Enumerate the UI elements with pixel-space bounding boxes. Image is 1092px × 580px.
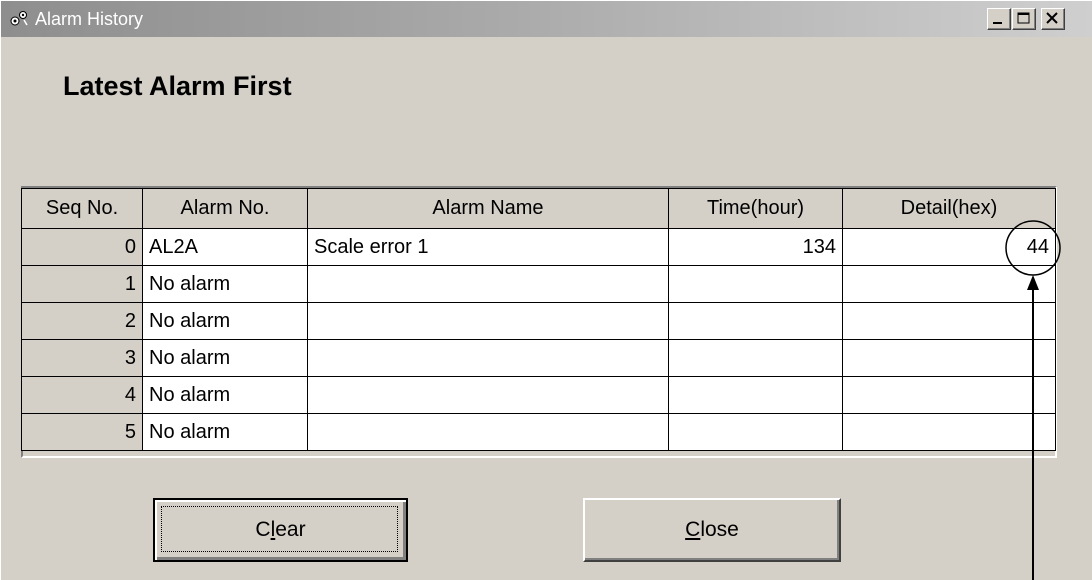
detail-hex-cell bbox=[842, 302, 1056, 340]
alarm-no-cell: No alarm bbox=[142, 376, 308, 414]
alarm-name-cell bbox=[307, 413, 669, 451]
close-button[interactable]: Close bbox=[583, 498, 841, 562]
detail-hex-cell: 44 bbox=[842, 228, 1056, 266]
seq-no-cell: 5 bbox=[21, 413, 143, 451]
minimize-icon bbox=[993, 22, 1002, 24]
table-row[interactable]: 2 No alarm bbox=[21, 302, 1056, 340]
time-hour-cell bbox=[668, 302, 843, 340]
detail-hex-cell bbox=[842, 376, 1056, 414]
seq-no-cell: 3 bbox=[21, 339, 143, 377]
window-title: Alarm History bbox=[35, 9, 144, 29]
maximize-button[interactable] bbox=[1012, 8, 1036, 30]
detail-hex-cell bbox=[842, 339, 1056, 377]
alarm-history-window: Alarm History Latest Alarm First Seq No.… bbox=[0, 0, 1092, 580]
close-window-button[interactable] bbox=[1041, 8, 1065, 30]
column-header-seq-no[interactable]: Seq No. bbox=[21, 188, 143, 229]
alarm-no-cell: No alarm bbox=[142, 265, 308, 303]
alarm-name-cell bbox=[307, 339, 669, 377]
close-icon bbox=[1046, 12, 1058, 24]
detail-hex-cell bbox=[842, 265, 1056, 303]
alarm-name-cell bbox=[307, 376, 669, 414]
seq-no-cell: 0 bbox=[21, 228, 143, 266]
alarm-name-cell bbox=[307, 302, 669, 340]
alarm-no-cell: No alarm bbox=[142, 339, 308, 377]
time-hour-cell bbox=[668, 265, 843, 303]
seq-no-cell: 4 bbox=[21, 376, 143, 414]
close-button-label: Close bbox=[685, 518, 739, 541]
table-row[interactable]: 4 No alarm bbox=[21, 376, 1056, 414]
table-row[interactable]: 5 No alarm bbox=[21, 413, 1056, 451]
alarm-no-cell: No alarm bbox=[142, 302, 308, 340]
alarm-no-cell: AL2A bbox=[142, 228, 308, 266]
seq-no-cell: 2 bbox=[21, 302, 143, 340]
title-bar[interactable]: Alarm History bbox=[1, 1, 1092, 37]
column-header-detail-hex[interactable]: Detail(hex) bbox=[842, 188, 1056, 229]
column-header-alarm-name[interactable]: Alarm Name bbox=[307, 188, 669, 229]
time-hour-cell bbox=[668, 376, 843, 414]
alarm-name-cell: Scale error 1 bbox=[307, 228, 669, 266]
minimize-button[interactable] bbox=[987, 8, 1011, 30]
table-row[interactable]: 1 No alarm bbox=[21, 265, 1056, 303]
table-row[interactable]: 0 AL2A Scale error 1 134 44 bbox=[21, 228, 1056, 266]
maximize-icon bbox=[1017, 12, 1030, 24]
detail-hex-cell bbox=[842, 413, 1056, 451]
seq-no-cell: 1 bbox=[21, 265, 143, 303]
time-hour-cell bbox=[668, 339, 843, 377]
table-header-row: Seq No. Alarm No. Alarm Name Time(hour) … bbox=[21, 188, 1056, 229]
alarm-history-app-icon[interactable] bbox=[9, 9, 29, 29]
focus-rectangle bbox=[161, 506, 398, 552]
clear-button[interactable]: Clear bbox=[153, 498, 408, 562]
table-row[interactable]: 3 No alarm bbox=[21, 339, 1056, 377]
page-heading: Latest Alarm First bbox=[63, 71, 292, 101]
alarm-no-cell: No alarm bbox=[142, 413, 308, 451]
column-header-alarm-no[interactable]: Alarm No. bbox=[142, 188, 308, 229]
alarm-name-cell bbox=[307, 265, 669, 303]
alarm-history-table[interactable]: Seq No. Alarm No. Alarm Name Time(hour) … bbox=[21, 188, 1056, 451]
time-hour-cell: 134 bbox=[668, 228, 843, 266]
column-header-time-hour[interactable]: Time(hour) bbox=[668, 188, 843, 229]
time-hour-cell bbox=[668, 413, 843, 451]
